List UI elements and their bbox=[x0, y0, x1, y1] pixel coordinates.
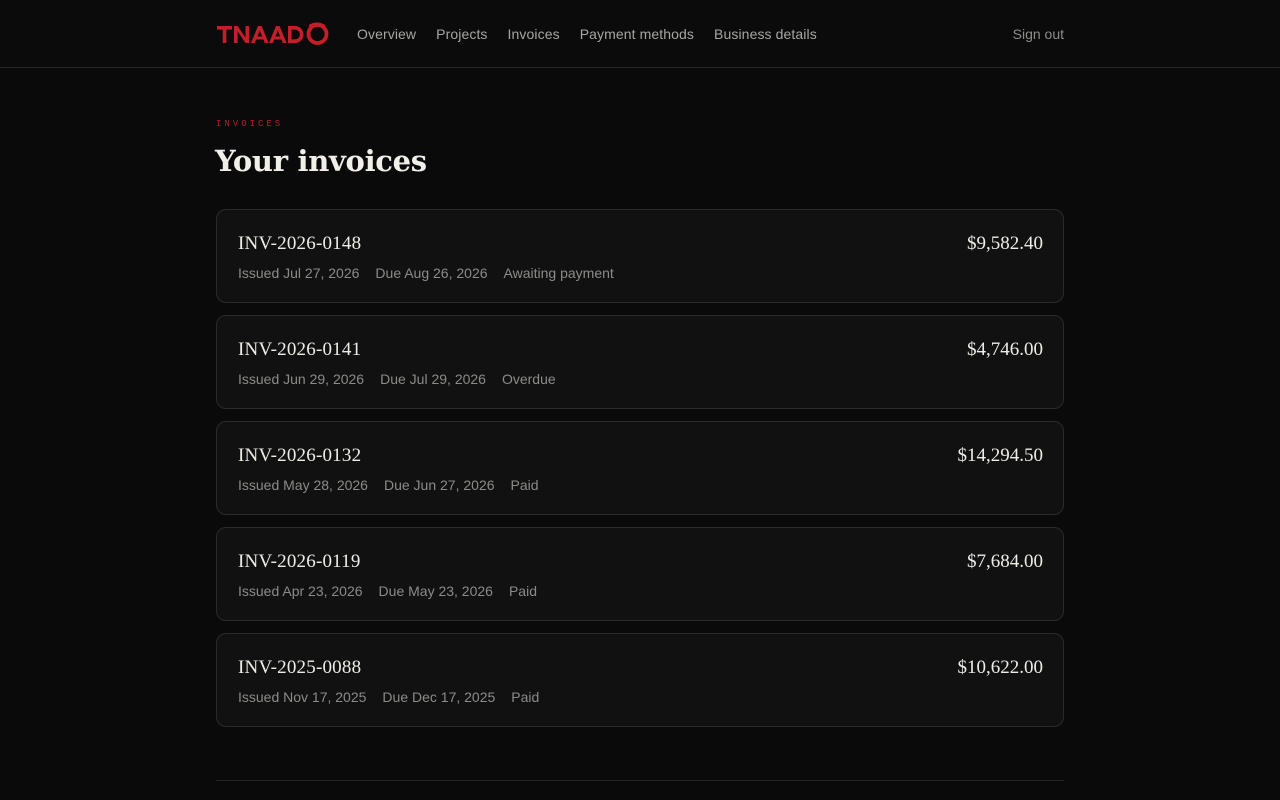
top-navigation-bar: Overview Projects Invoices Payment metho… bbox=[0, 0, 1280, 68]
invoice-status: Awaiting payment bbox=[503, 265, 614, 281]
invoice-card[interactable]: INV-2026-0148 $9,582.40 Issued Jul 27, 2… bbox=[216, 209, 1064, 303]
nav-invoices[interactable]: Invoices bbox=[508, 26, 560, 42]
sign-out-link[interactable]: Sign out bbox=[1013, 26, 1064, 42]
invoice-amount: $14,294.50 bbox=[957, 445, 1044, 466]
brand-logo[interactable] bbox=[216, 0, 330, 68]
invoice-card[interactable]: INV-2025-0088 $10,622.00 Issued Nov 17, … bbox=[216, 633, 1064, 727]
invoice-meta: Issued Apr 23, 2026 Due May 23, 2026 Pai… bbox=[238, 583, 537, 599]
invoice-due-date: Due Jul 29, 2026 bbox=[380, 371, 486, 387]
invoice-number: INV-2026-0141 bbox=[238, 339, 362, 360]
invoice-amount: $7,684.00 bbox=[967, 551, 1043, 572]
invoice-due-date: Due Dec 17, 2025 bbox=[382, 689, 496, 705]
invoice-number: INV-2026-0119 bbox=[238, 551, 361, 572]
main-nav: Overview Projects Invoices Payment metho… bbox=[357, 26, 837, 42]
invoice-amount: $9,582.40 bbox=[967, 233, 1043, 254]
tnaado-logo-icon bbox=[217, 22, 329, 45]
nav-overview[interactable]: Overview bbox=[357, 26, 416, 42]
invoice-amount: $4,746.00 bbox=[967, 339, 1043, 360]
invoice-card[interactable]: INV-2026-0119 $7,684.00 Issued Apr 23, 2… bbox=[216, 527, 1064, 621]
invoice-issued-date: Issued Jul 27, 2026 bbox=[238, 265, 360, 281]
nav-business-details[interactable]: Business details bbox=[714, 26, 817, 42]
topbar-content: Overview Projects Invoices Payment metho… bbox=[216, 0, 1064, 68]
invoice-issued-date: Issued Jun 29, 2026 bbox=[238, 371, 365, 387]
invoice-meta: Issued Jun 29, 2026 Due Jul 29, 2026 Ove… bbox=[238, 371, 556, 387]
nav-payment-methods[interactable]: Payment methods bbox=[580, 26, 694, 42]
invoice-card[interactable]: INV-2026-0141 $4,746.00 Issued Jun 29, 2… bbox=[216, 315, 1064, 409]
invoice-status: Paid bbox=[510, 477, 539, 493]
invoice-card[interactable]: INV-2026-0132 $14,294.50 Issued May 28, … bbox=[216, 421, 1064, 515]
invoice-meta: Issued Jul 27, 2026 Due Aug 26, 2026 Awa… bbox=[238, 265, 614, 281]
footer-divider bbox=[216, 780, 1064, 781]
invoice-number: INV-2026-0132 bbox=[238, 445, 362, 466]
invoice-status: Paid bbox=[511, 689, 540, 705]
invoice-issued-date: Issued Apr 23, 2026 bbox=[238, 583, 363, 599]
invoice-number: INV-2026-0148 bbox=[238, 233, 362, 254]
page-title: Your invoices bbox=[215, 144, 427, 178]
invoice-issued-date: Issued Nov 17, 2025 bbox=[238, 689, 367, 705]
invoice-list: INV-2026-0148 $9,582.40 Issued Jul 27, 2… bbox=[216, 209, 1064, 727]
invoice-number: INV-2025-0088 bbox=[238, 657, 362, 678]
section-eyebrow: INVOICES bbox=[216, 119, 284, 129]
invoice-amount: $10,622.00 bbox=[957, 657, 1044, 678]
nav-projects[interactable]: Projects bbox=[436, 26, 487, 42]
invoice-status: Overdue bbox=[501, 371, 556, 387]
invoice-due-date: Due Aug 26, 2026 bbox=[375, 265, 488, 281]
invoice-meta: Issued Nov 17, 2025 Due Dec 17, 2025 Pai… bbox=[238, 689, 539, 705]
invoice-issued-date: Issued May 28, 2026 bbox=[238, 477, 368, 493]
invoice-meta: Issued May 28, 2026 Due Jun 27, 2026 Pai… bbox=[238, 477, 539, 493]
invoice-due-date: Due May 23, 2026 bbox=[378, 583, 493, 599]
main-content: INVOICES Your invoices INV-2026-0148 $9,… bbox=[215, 68, 1064, 727]
invoice-status: Paid bbox=[508, 583, 537, 599]
invoice-due-date: Due Jun 27, 2026 bbox=[383, 477, 495, 493]
